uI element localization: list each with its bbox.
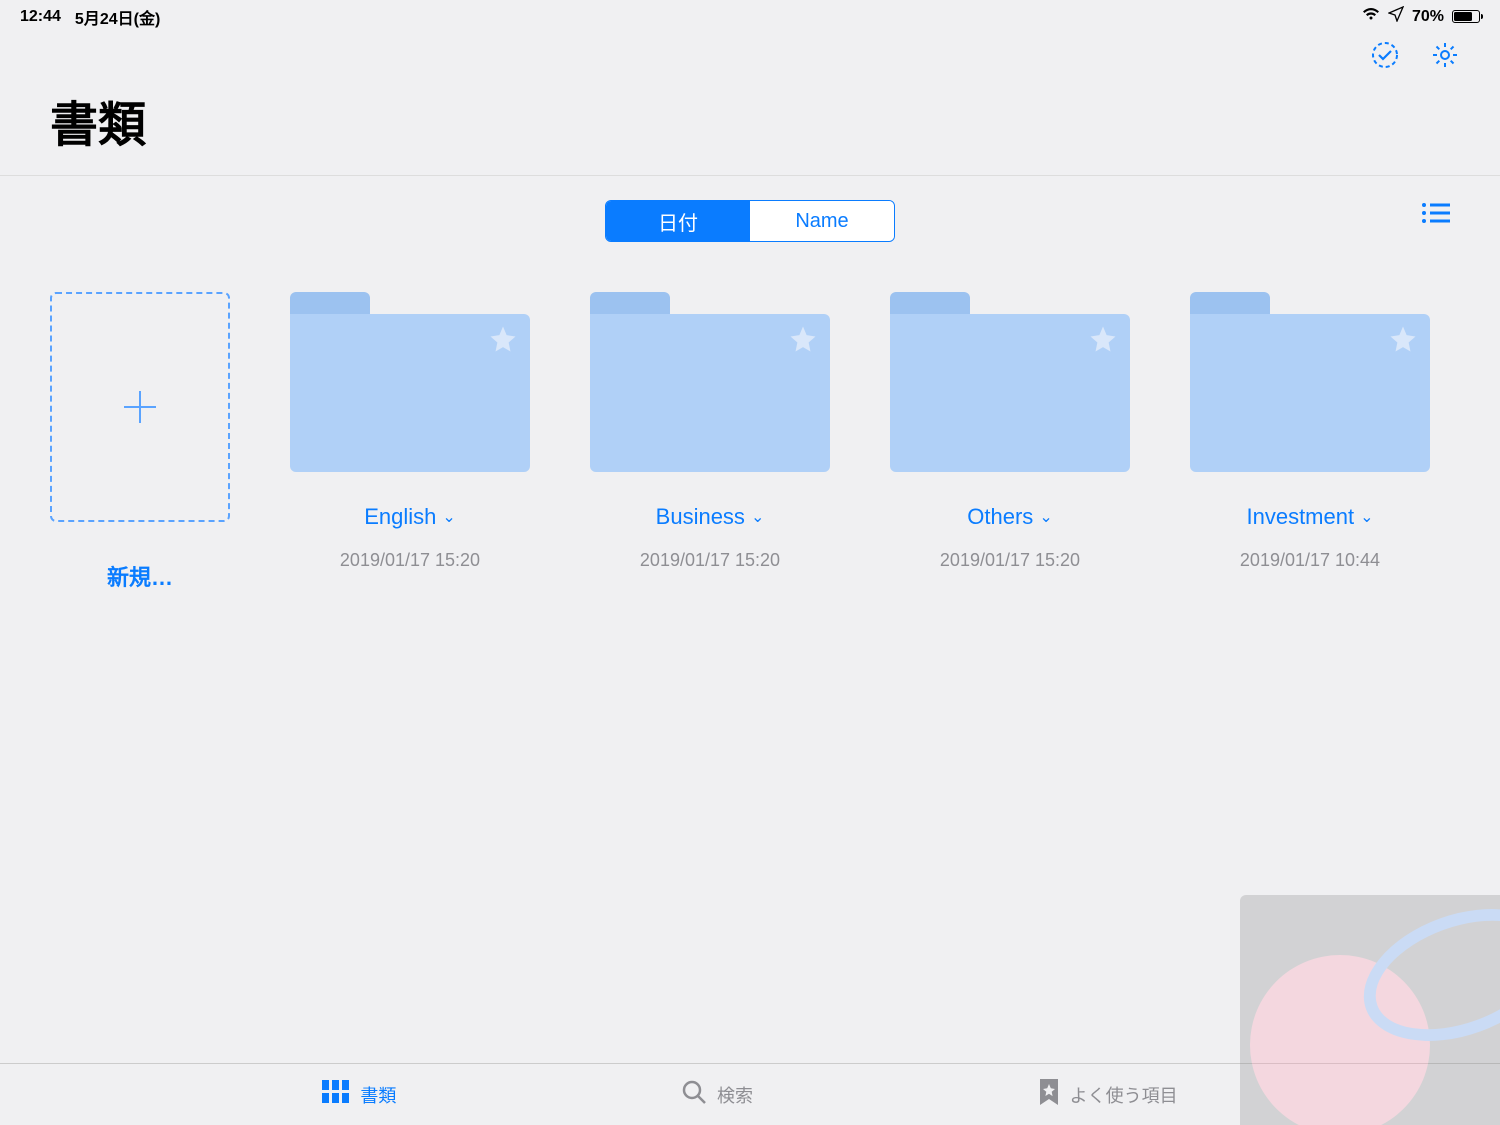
new-document-label: 新規…	[107, 560, 173, 592]
status-date: 5月24日(金)	[75, 5, 160, 29]
folder-icon	[1190, 292, 1430, 472]
folder-icon	[290, 292, 530, 472]
status-time: 12:44	[20, 8, 61, 26]
wifi-icon	[1362, 7, 1380, 26]
sort-by-name[interactable]: Name	[750, 201, 894, 241]
sort-row: 日付 Name	[0, 176, 1500, 252]
folder-name[interactable]: English ⌄	[364, 504, 456, 530]
page-title: 書類	[0, 75, 1500, 176]
star-icon[interactable]	[1388, 324, 1418, 359]
location-icon	[1388, 6, 1404, 27]
folder-name[interactable]: Business ⌄	[656, 504, 765, 530]
battery-icon	[1452, 10, 1480, 23]
tab-favorites[interactable]: よく使う項目	[1038, 1079, 1178, 1110]
chevron-down-icon: ⌄	[751, 507, 764, 527]
gear-icon[interactable]	[1430, 40, 1460, 75]
folder-date: 2019/01/17 15:20	[340, 550, 480, 571]
folder-item[interactable]: Investment ⌄ 2019/01/17 10:44	[1190, 292, 1430, 571]
chevron-down-icon: ⌄	[1039, 507, 1052, 527]
tab-label: 検索	[717, 1082, 753, 1108]
chevron-down-icon: ⌄	[1360, 507, 1373, 527]
folder-item[interactable]: English ⌄ 2019/01/17 15:20	[290, 292, 530, 571]
folder-name[interactable]: Investment ⌄	[1246, 504, 1373, 530]
folder-item[interactable]: Others ⌄ 2019/01/17 15:20	[890, 292, 1130, 571]
search-icon	[681, 1079, 707, 1110]
list-view-icon[interactable]	[1420, 200, 1452, 231]
folder-date: 2019/01/17 10:44	[1240, 550, 1380, 571]
tab-documents[interactable]: 書類	[322, 1080, 396, 1109]
chevron-down-icon: ⌄	[442, 507, 455, 527]
tab-label: よく使う項目	[1070, 1082, 1178, 1108]
bookmark-star-icon	[1038, 1079, 1060, 1110]
star-icon[interactable]	[488, 324, 518, 359]
tab-search[interactable]: 検索	[681, 1079, 753, 1110]
top-toolbar	[0, 28, 1500, 75]
folder-date: 2019/01/17 15:20	[640, 550, 780, 571]
star-icon[interactable]	[788, 324, 818, 359]
grid-icon	[322, 1080, 350, 1109]
document-grid: 新規… English ⌄ 2019/01/17 15:20 Business …	[0, 252, 1500, 592]
battery-percent: 70%	[1412, 8, 1444, 26]
folder-icon	[890, 292, 1130, 472]
new-document-button[interactable]: 新規…	[50, 292, 230, 592]
folder-icon	[590, 292, 830, 472]
star-icon[interactable]	[1088, 324, 1118, 359]
status-bar: 12:44 5月24日(金) 70%	[0, 0, 1500, 28]
tab-bar: 書類 検索 よく使う項目	[0, 1063, 1500, 1125]
sort-segmented: 日付 Name	[605, 200, 895, 242]
folder-date: 2019/01/17 15:20	[940, 550, 1080, 571]
folder-name[interactable]: Others ⌄	[967, 504, 1052, 530]
folder-item[interactable]: Business ⌄ 2019/01/17 15:20	[590, 292, 830, 571]
sort-by-date[interactable]: 日付	[606, 201, 750, 241]
select-icon[interactable]	[1370, 40, 1400, 75]
tab-label: 書類	[360, 1082, 396, 1108]
